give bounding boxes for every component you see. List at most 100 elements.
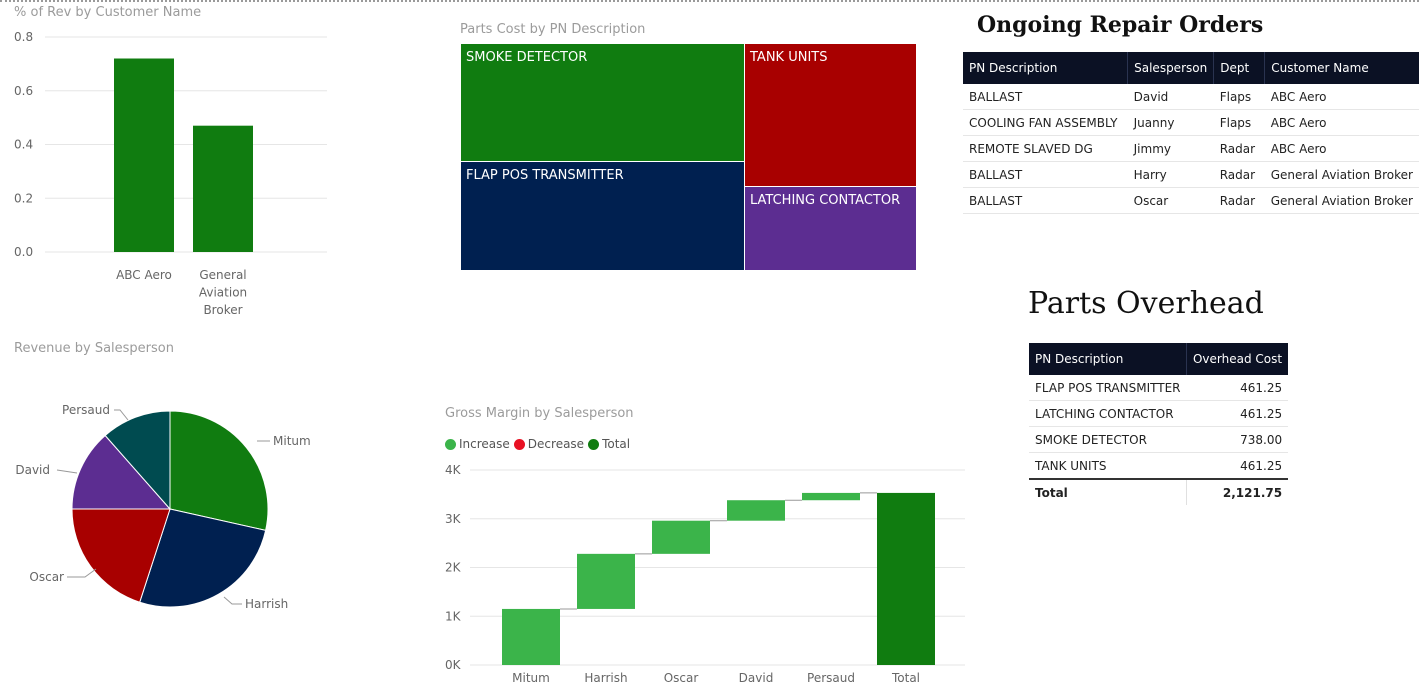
cell-pn: BALLAST bbox=[963, 84, 1128, 110]
table-row[interactable]: TANK UNITS 461.25 bbox=[1029, 452, 1289, 480]
treemap-label: LATCHING CONTACTOR bbox=[750, 193, 901, 208]
table-row[interactable]: COOLING FAN ASSEMBLY Juanny Flaps ABC Ae… bbox=[963, 109, 1419, 136]
cell-customer: General Aviation Broker bbox=[1264, 161, 1419, 188]
rev-chart-svg: 0.0 0.2 0.4 0.6 0.8 ABC Aero General Aviation Br… bbox=[14, 30, 327, 317]
parts-overhead-table[interactable]: PN Description Overhead Cost FLAP POS TR… bbox=[1029, 343, 1289, 505]
table-header-row: PN Description Overhead Cost bbox=[1029, 343, 1289, 375]
col-pn-description[interactable]: PN Description bbox=[963, 52, 1129, 84]
x-tick-label: David bbox=[739, 671, 774, 685]
col-dept[interactable]: Dept bbox=[1213, 52, 1266, 84]
cell-pn: LATCHING CONTACTOR bbox=[1029, 400, 1187, 427]
bar-0[interactable] bbox=[114, 58, 174, 253]
total-value: 2,121.75 bbox=[1186, 478, 1289, 505]
y-tick-label: 2K bbox=[445, 561, 462, 575]
cell-pn: SMOKE DETECTOR bbox=[1029, 426, 1187, 453]
cell-pn: TANK UNITS bbox=[1029, 452, 1187, 480]
y-tick-label: 0.0 bbox=[14, 245, 33, 259]
pie-leader-line bbox=[67, 568, 97, 578]
x-tick-label: Oscar bbox=[664, 671, 699, 685]
y-tick-label: 1K bbox=[445, 609, 462, 623]
cell-customer: General Aviation Broker bbox=[1264, 187, 1419, 214]
pie-chart-svg: Mitum Harrish Oscar David Persaud bbox=[15, 403, 311, 611]
treemap-cell-tank-units[interactable]: TANK UNITS bbox=[744, 43, 917, 187]
cell-cost: 461.25 bbox=[1186, 375, 1289, 401]
y-tick-label: 0.8 bbox=[14, 30, 33, 44]
parts-overhead-title: Parts Overhead bbox=[1028, 286, 1264, 321]
parts-cost-treemap[interactable]: Parts Cost by PN Description SMOKE DETEC… bbox=[456, 18, 926, 278]
cell-pn: FLAP POS TRANSMITTER bbox=[1029, 375, 1187, 401]
treemap-cell-latching-contactor[interactable]: LATCHING CONTACTOR bbox=[744, 186, 917, 271]
x-tick-label: Total bbox=[891, 671, 920, 685]
bar-1[interactable] bbox=[193, 125, 253, 252]
gross-margin-waterfall-chart[interactable]: Gross Margin by Salesperson Increase Dec… bbox=[430, 400, 980, 692]
x-tick-label: Broker bbox=[203, 303, 242, 317]
repair-orders-title: Ongoing Repair Orders bbox=[977, 12, 1264, 38]
y-tick-label: 0.4 bbox=[14, 138, 33, 152]
col-pn-description[interactable]: PN Description bbox=[1029, 343, 1187, 375]
waterfall-bar-total[interactable] bbox=[877, 492, 935, 665]
waterfall-chart-svg: 0K 1K 2K 3K 4K Mitum Harrish Oscar David Persaud T… bbox=[445, 463, 965, 685]
y-tick-label: 0K bbox=[445, 658, 462, 672]
waterfall-bar-oscar[interactable] bbox=[652, 520, 710, 554]
treemap-cell-flap-pos-transmitter[interactable]: FLAP POS TRANSMITTER bbox=[460, 161, 745, 271]
table-total-row: Total 2,121.75 bbox=[1029, 478, 1289, 505]
waterfall-bar-david[interactable] bbox=[727, 500, 785, 521]
cell-dept: Flaps bbox=[1213, 84, 1265, 110]
cell-salesperson: Jimmy bbox=[1127, 135, 1214, 162]
x-tick-label: ABC Aero bbox=[116, 268, 172, 282]
repair-orders-table[interactable]: PN Description Salesperson Dept Customer… bbox=[963, 52, 1419, 214]
total-label: Total bbox=[1029, 478, 1187, 505]
table-row[interactable]: BALLAST Oscar Radar General Aviation Bro… bbox=[963, 187, 1419, 214]
table-row[interactable]: BALLAST Harry Radar General Aviation Bro… bbox=[963, 161, 1419, 188]
cell-dept: Radar bbox=[1213, 135, 1265, 162]
pie-label: David bbox=[15, 463, 50, 477]
table-header-row: PN Description Salesperson Dept Customer… bbox=[963, 52, 1419, 84]
pie-label: Harrish bbox=[245, 597, 288, 611]
x-tick-label: Aviation bbox=[199, 286, 247, 300]
x-tick-label: General bbox=[199, 268, 246, 282]
cell-dept: Radar bbox=[1213, 161, 1265, 188]
cell-customer: ABC Aero bbox=[1264, 84, 1419, 110]
pie-label: Oscar bbox=[29, 570, 64, 584]
table-row[interactable]: SMOKE DETECTOR 738.00 bbox=[1029, 426, 1289, 453]
table-row[interactable]: LATCHING CONTACTOR 461.25 bbox=[1029, 400, 1289, 427]
pie-leader-line bbox=[56, 469, 78, 474]
cell-dept: Flaps bbox=[1213, 109, 1265, 136]
cell-pn: BALLAST bbox=[963, 187, 1128, 214]
y-tick-label: 4K bbox=[445, 463, 462, 477]
cell-cost: 461.25 bbox=[1186, 400, 1289, 427]
y-tick-label: 0.2 bbox=[14, 191, 33, 205]
table-row[interactable]: REMOTE SLAVED DG Jimmy Radar ABC Aero bbox=[963, 135, 1419, 162]
treemap-title: Parts Cost by PN Description bbox=[460, 22, 646, 37]
cell-customer: ABC Aero bbox=[1264, 135, 1419, 162]
y-tick-label: 0.6 bbox=[14, 84, 33, 98]
cell-salesperson: Harry bbox=[1127, 161, 1214, 188]
waterfall-bar-persaud[interactable] bbox=[802, 492, 860, 501]
waterfall-bar-harrish[interactable] bbox=[577, 553, 635, 609]
col-customer-name[interactable]: Customer Name bbox=[1264, 52, 1419, 84]
waterfall-bar-mitum[interactable] bbox=[502, 608, 560, 665]
pie-leader-line bbox=[114, 409, 129, 421]
cell-cost: 461.25 bbox=[1186, 452, 1289, 480]
cell-pn: BALLAST bbox=[963, 161, 1128, 188]
pie-leader-line bbox=[223, 596, 242, 605]
col-overhead-cost[interactable]: Overhead Cost bbox=[1186, 343, 1289, 375]
cell-cost: 738.00 bbox=[1186, 426, 1289, 453]
x-tick-label: Mitum bbox=[512, 671, 550, 685]
cell-dept: Radar bbox=[1213, 187, 1265, 214]
cell-pn: COOLING FAN ASSEMBLY bbox=[963, 109, 1128, 136]
x-tick-label: Harrish bbox=[584, 671, 627, 685]
rev-by-customer-chart[interactable]: % of Rev by Customer Name 0.0 0.2 0.4 0.6 0.… bbox=[0, 0, 340, 330]
table-row[interactable]: FLAP POS TRANSMITTER 461.25 bbox=[1029, 375, 1289, 401]
treemap-label: SMOKE DETECTOR bbox=[466, 50, 588, 65]
revenue-by-salesperson-chart[interactable]: Revenue by Salesperson Mitum Harrish Oscar… bbox=[0, 338, 340, 638]
table-row[interactable]: BALLAST David Flaps ABC Aero bbox=[963, 84, 1419, 110]
cell-pn: REMOTE SLAVED DG bbox=[963, 135, 1128, 162]
cell-salesperson: David bbox=[1127, 84, 1214, 110]
col-salesperson[interactable]: Salesperson bbox=[1127, 52, 1215, 84]
treemap-cell-smoke-detector[interactable]: SMOKE DETECTOR bbox=[460, 43, 745, 162]
cell-salesperson: Oscar bbox=[1127, 187, 1214, 214]
treemap-label: FLAP POS TRANSMITTER bbox=[466, 168, 624, 183]
cell-salesperson: Juanny bbox=[1127, 109, 1214, 136]
pie-label: Mitum bbox=[273, 434, 311, 448]
